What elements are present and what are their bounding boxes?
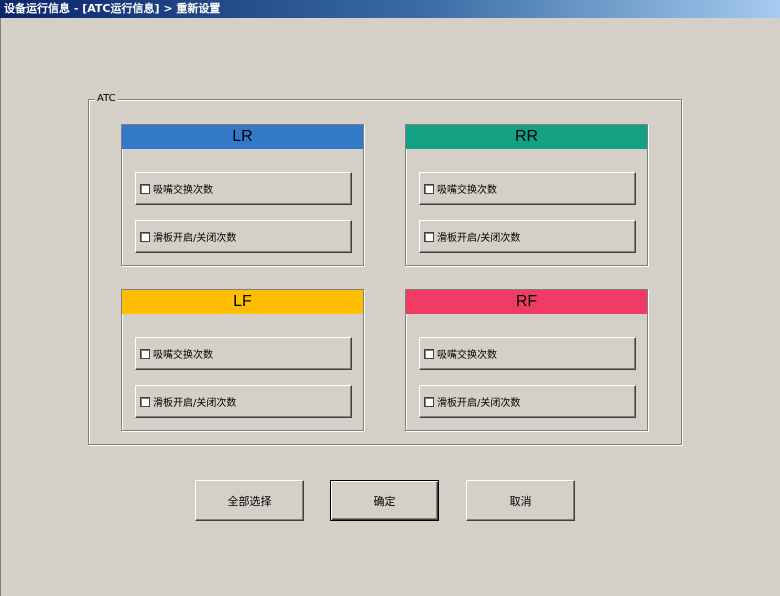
rf-nozzle-exchange-checkbox[interactable] xyxy=(424,348,434,359)
atc-groupbox: ATC LR 吸嘴交换次数 滑板开启/关闭次数 RR 吸嘴交换次数 滑板开启/关… xyxy=(88,93,682,445)
lf-nozzle-exchange-checkbox[interactable] xyxy=(140,348,150,359)
dialog-body: ATC LR 吸嘴交换次数 滑板开启/关闭次数 RR 吸嘴交换次数 滑板开启/关… xyxy=(0,18,780,596)
groupbox-label: ATC xyxy=(95,93,118,105)
lf-slide-open-close-button[interactable]: 滑板开启/关闭次数 xyxy=(135,385,352,418)
lr-nozzle-exchange-checkbox[interactable] xyxy=(140,183,150,194)
lr-nozzle-exchange-button[interactable]: 吸嘴交换次数 xyxy=(135,172,352,205)
lf-slide-open-close-checkbox[interactable] xyxy=(140,396,150,407)
lf-nozzle-exchange-label: 吸嘴交换次数 xyxy=(153,350,213,361)
rf-slide-open-close-label: 滑板开启/关闭次数 xyxy=(437,398,521,409)
lr-slide-open-close-label: 滑板开启/关闭次数 xyxy=(153,233,237,244)
panel-lf-header: LF xyxy=(122,290,363,314)
select-all-button[interactable]: 全部选择 xyxy=(195,480,304,521)
panel-lr: LR 吸嘴交换次数 滑板开启/关闭次数 xyxy=(121,124,364,266)
rr-slide-open-close-checkbox[interactable] xyxy=(424,231,434,242)
rr-nozzle-exchange-label: 吸嘴交换次数 xyxy=(437,185,497,196)
lf-slide-open-close-label: 滑板开启/关闭次数 xyxy=(153,398,237,409)
rr-slide-open-close-label: 滑板开启/关闭次数 xyxy=(437,233,521,244)
rr-slide-open-close-button[interactable]: 滑板开启/关闭次数 xyxy=(419,220,636,253)
rf-slide-open-close-button[interactable]: 滑板开启/关闭次数 xyxy=(419,385,636,418)
panel-rr-header: RR xyxy=(406,125,647,149)
panel-rr: RR 吸嘴交换次数 滑板开启/关闭次数 xyxy=(405,124,648,266)
panel-rf: RF 吸嘴交换次数 滑板开启/关闭次数 xyxy=(405,289,648,431)
panel-rf-header: RF xyxy=(406,290,647,314)
rf-nozzle-exchange-label: 吸嘴交换次数 xyxy=(437,350,497,361)
lr-nozzle-exchange-label: 吸嘴交换次数 xyxy=(153,185,213,196)
lf-nozzle-exchange-button[interactable]: 吸嘴交换次数 xyxy=(135,337,352,370)
rf-nozzle-exchange-button[interactable]: 吸嘴交换次数 xyxy=(419,337,636,370)
rf-slide-open-close-checkbox[interactable] xyxy=(424,396,434,407)
lr-slide-open-close-checkbox[interactable] xyxy=(140,231,150,242)
rr-nozzle-exchange-checkbox[interactable] xyxy=(424,183,434,194)
window-title: 设备运行信息 - [ATC运行信息] > 重新设置 xyxy=(0,0,780,18)
rr-nozzle-exchange-button[interactable]: 吸嘴交换次数 xyxy=(419,172,636,205)
cancel-button[interactable]: 取消 xyxy=(466,480,575,521)
lr-slide-open-close-button[interactable]: 滑板开启/关闭次数 xyxy=(135,220,352,253)
panel-lr-header: LR xyxy=(122,125,363,149)
ok-button[interactable]: 确定 xyxy=(330,480,439,521)
panel-lf: LF 吸嘴交换次数 滑板开启/关闭次数 xyxy=(121,289,364,431)
